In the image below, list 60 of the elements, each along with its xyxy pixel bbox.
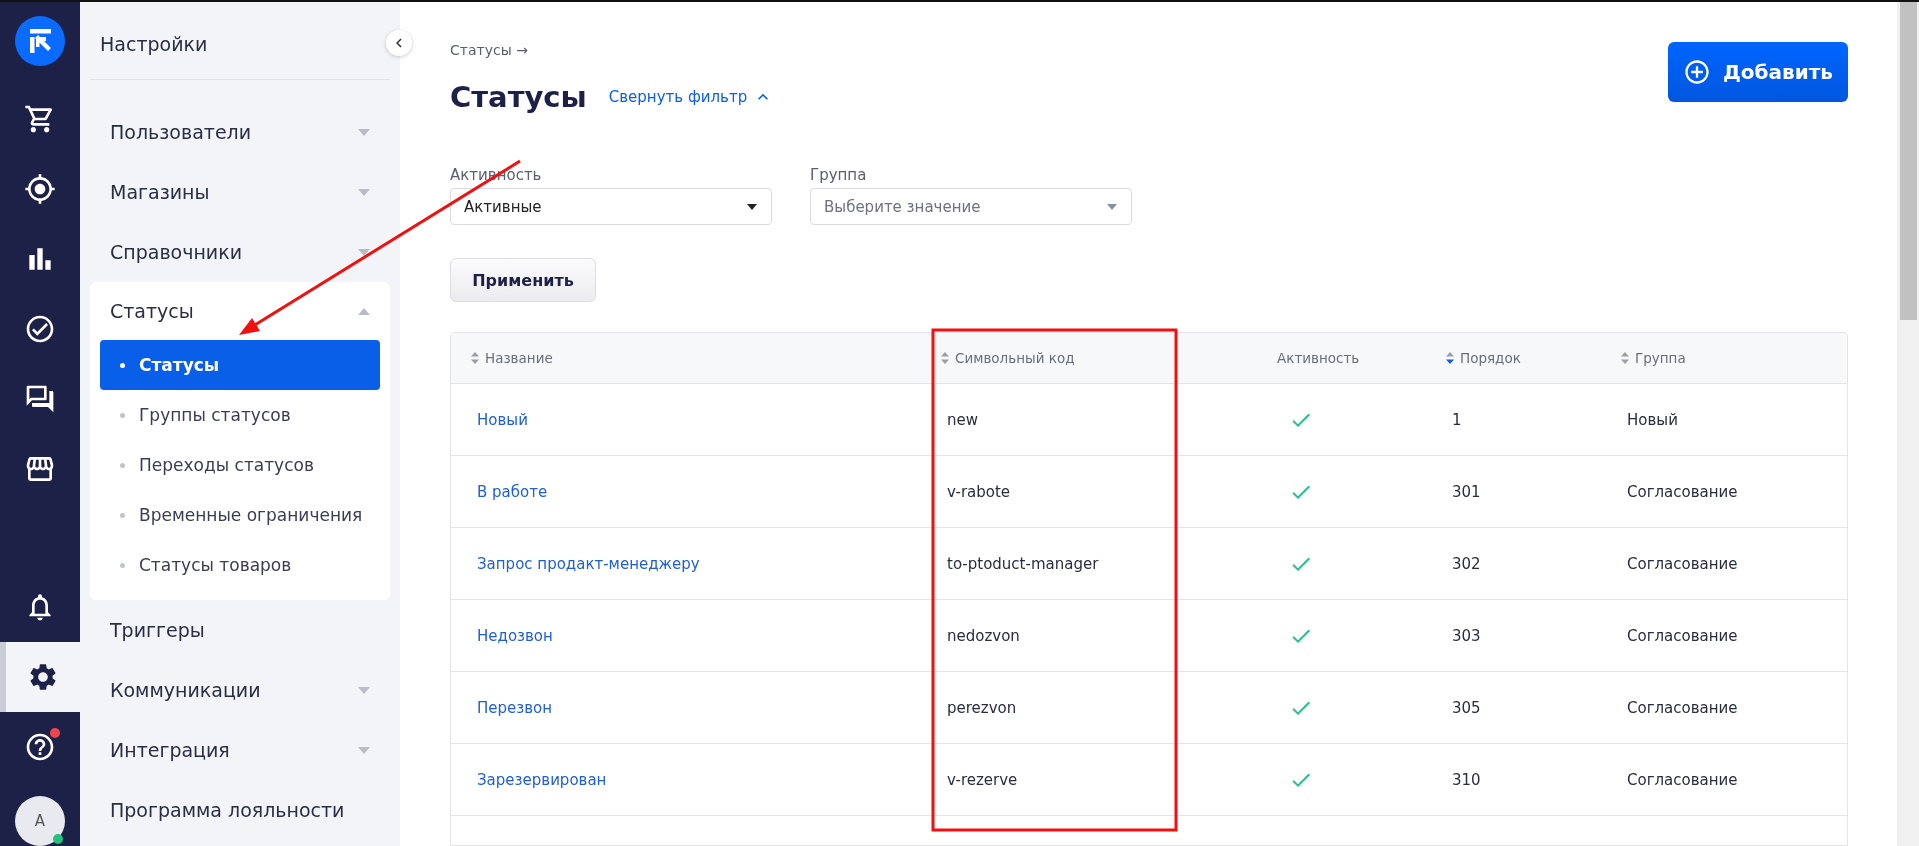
submenu-item[interactable]: Группы статусов [100,390,380,440]
table-cell-text: new [946,410,979,429]
table-cell-text: 301 [1451,482,1482,501]
status-name-link[interactable]: Запрос продакт-менеджеру [451,554,921,573]
submenu-item[interactable]: Временные ограничения [100,490,380,540]
table-cell-text: perezvon [946,698,1018,717]
user-avatar[interactable]: А [15,796,65,846]
select-field[interactable]: Активные [450,188,772,225]
status-name-link[interactable]: Перезвон [451,698,921,717]
page-title: Статусы [450,80,587,114]
column-header[interactable]: Порядок [1426,350,1601,366]
scrollbar-thumb[interactable] [1900,2,1917,320]
crosshair-icon [24,173,56,205]
sidebar-item[interactable]: Статусы [100,282,380,340]
sidebar-item[interactable]: Триггеры [90,600,390,660]
table-cell-text: Согласование [1626,698,1739,717]
submenu-item[interactable]: Переходы статусов [100,440,380,490]
status-name-link[interactable]: Новый [451,410,921,429]
column-header[interactable]: Группа [1601,350,1847,366]
sidebar-item[interactable]: Справочники [90,222,390,282]
status-name-link[interactable]: Недозвон [451,626,921,645]
column-header[interactable]: Символьный код [921,350,1251,366]
column-header[interactable]: Название [451,350,921,366]
column-header: Активность [1276,350,1361,366]
sidebar-item[interactable]: Программа лояльности [90,780,390,840]
dropdown-caret-icon [1107,203,1117,210]
collapse-filter-link[interactable]: Свернуть фильтр [608,87,774,107]
table-cell-text: Согласование [1626,770,1739,789]
table-cell-text: Согласование [1626,626,1739,645]
logo-icon[interactable] [15,16,65,66]
sidebar-item[interactable]: Пользователи [90,102,390,162]
status-name-link[interactable]: В работе [451,482,921,501]
apply-button[interactable]: Применить [450,258,596,302]
sidebar-item[interactable]: Магазины [90,162,390,222]
table-cell-text: nedozvon [946,626,1021,645]
table-cell-text: 303 [1451,626,1482,645]
add-button[interactable]: Добавить [1668,42,1848,102]
table-cell-text: Согласование [1626,554,1739,573]
select-field[interactable]: Выберите значение [810,188,1132,225]
scrollbar[interactable] [1897,2,1919,846]
filter-label: Группа [810,166,868,184]
breadcrumb[interactable]: Статусы → [450,42,774,62]
rail-button[interactable] [0,642,80,712]
table-cell-text: 305 [1451,698,1482,717]
sidebar-item[interactable]: Коммуникации [90,660,390,720]
table-cell-text: Согласование [1626,482,1739,501]
submenu-item[interactable]: Статусы [100,340,380,390]
dropdown-caret-icon [747,203,757,210]
table-cell-text: v-rezerve [946,770,1019,789]
sidebar-item[interactable]: Интеграция [90,720,390,780]
table-cell-text: v-rabote [946,482,1012,501]
table-cell-text: 302 [1451,554,1482,573]
collapse-button[interactable] [386,30,412,56]
help-icon [24,731,56,763]
table-cell-text: to-ptoduct-manager [946,554,1100,573]
status-name-link[interactable]: Зарезервирован [451,770,921,789]
table-cell-text: 310 [1451,770,1482,789]
submenu-item[interactable]: Статусы товаров [100,540,380,590]
table-cell-text: 1 [1451,410,1463,429]
table-cell-text: Новый [1626,410,1679,429]
